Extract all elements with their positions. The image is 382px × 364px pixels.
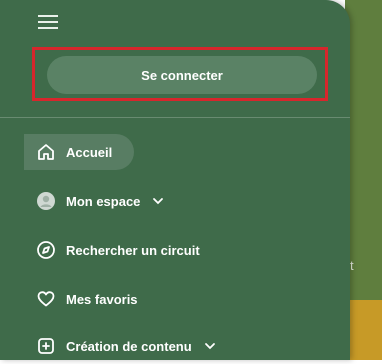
nav-item-label: Mon espace	[66, 193, 141, 209]
side-drawer: Se connecter Accueil Mon espace Recherch…	[0, 0, 350, 360]
nav-item-accueil[interactable]: Accueil	[24, 134, 135, 170]
nav-item-mon-espace[interactable]: Mon espace	[24, 183, 164, 219]
nav-item-label: Accueil	[66, 144, 113, 160]
background-stripe	[345, 300, 382, 360]
chevron-down-icon	[152, 195, 164, 207]
nav-item-mes-favoris[interactable]: Mes favoris	[24, 281, 138, 317]
nav-item-rechercher-circuit[interactable]: Rechercher un circuit	[24, 232, 200, 268]
hamburger-menu-icon[interactable]	[36, 12, 60, 32]
login-button-label: Se connecter	[141, 67, 223, 83]
nav-item-label: Mes favoris	[66, 291, 138, 307]
plus-square-icon	[36, 336, 56, 356]
nav-item-label: Création de contenu	[66, 338, 192, 354]
compass-icon	[36, 240, 56, 260]
nav-item-label: Rechercher un circuit	[66, 242, 200, 258]
home-icon	[36, 142, 56, 162]
login-button[interactable]: Se connecter	[47, 56, 317, 94]
background-partial-text: t	[350, 258, 354, 273]
nav-item-creation-contenu[interactable]: Création de contenu	[24, 328, 216, 364]
background-banner	[345, 0, 382, 300]
heart-icon	[36, 289, 56, 309]
avatar-icon	[36, 191, 56, 211]
divider	[0, 117, 350, 118]
chevron-down-icon	[204, 340, 216, 352]
